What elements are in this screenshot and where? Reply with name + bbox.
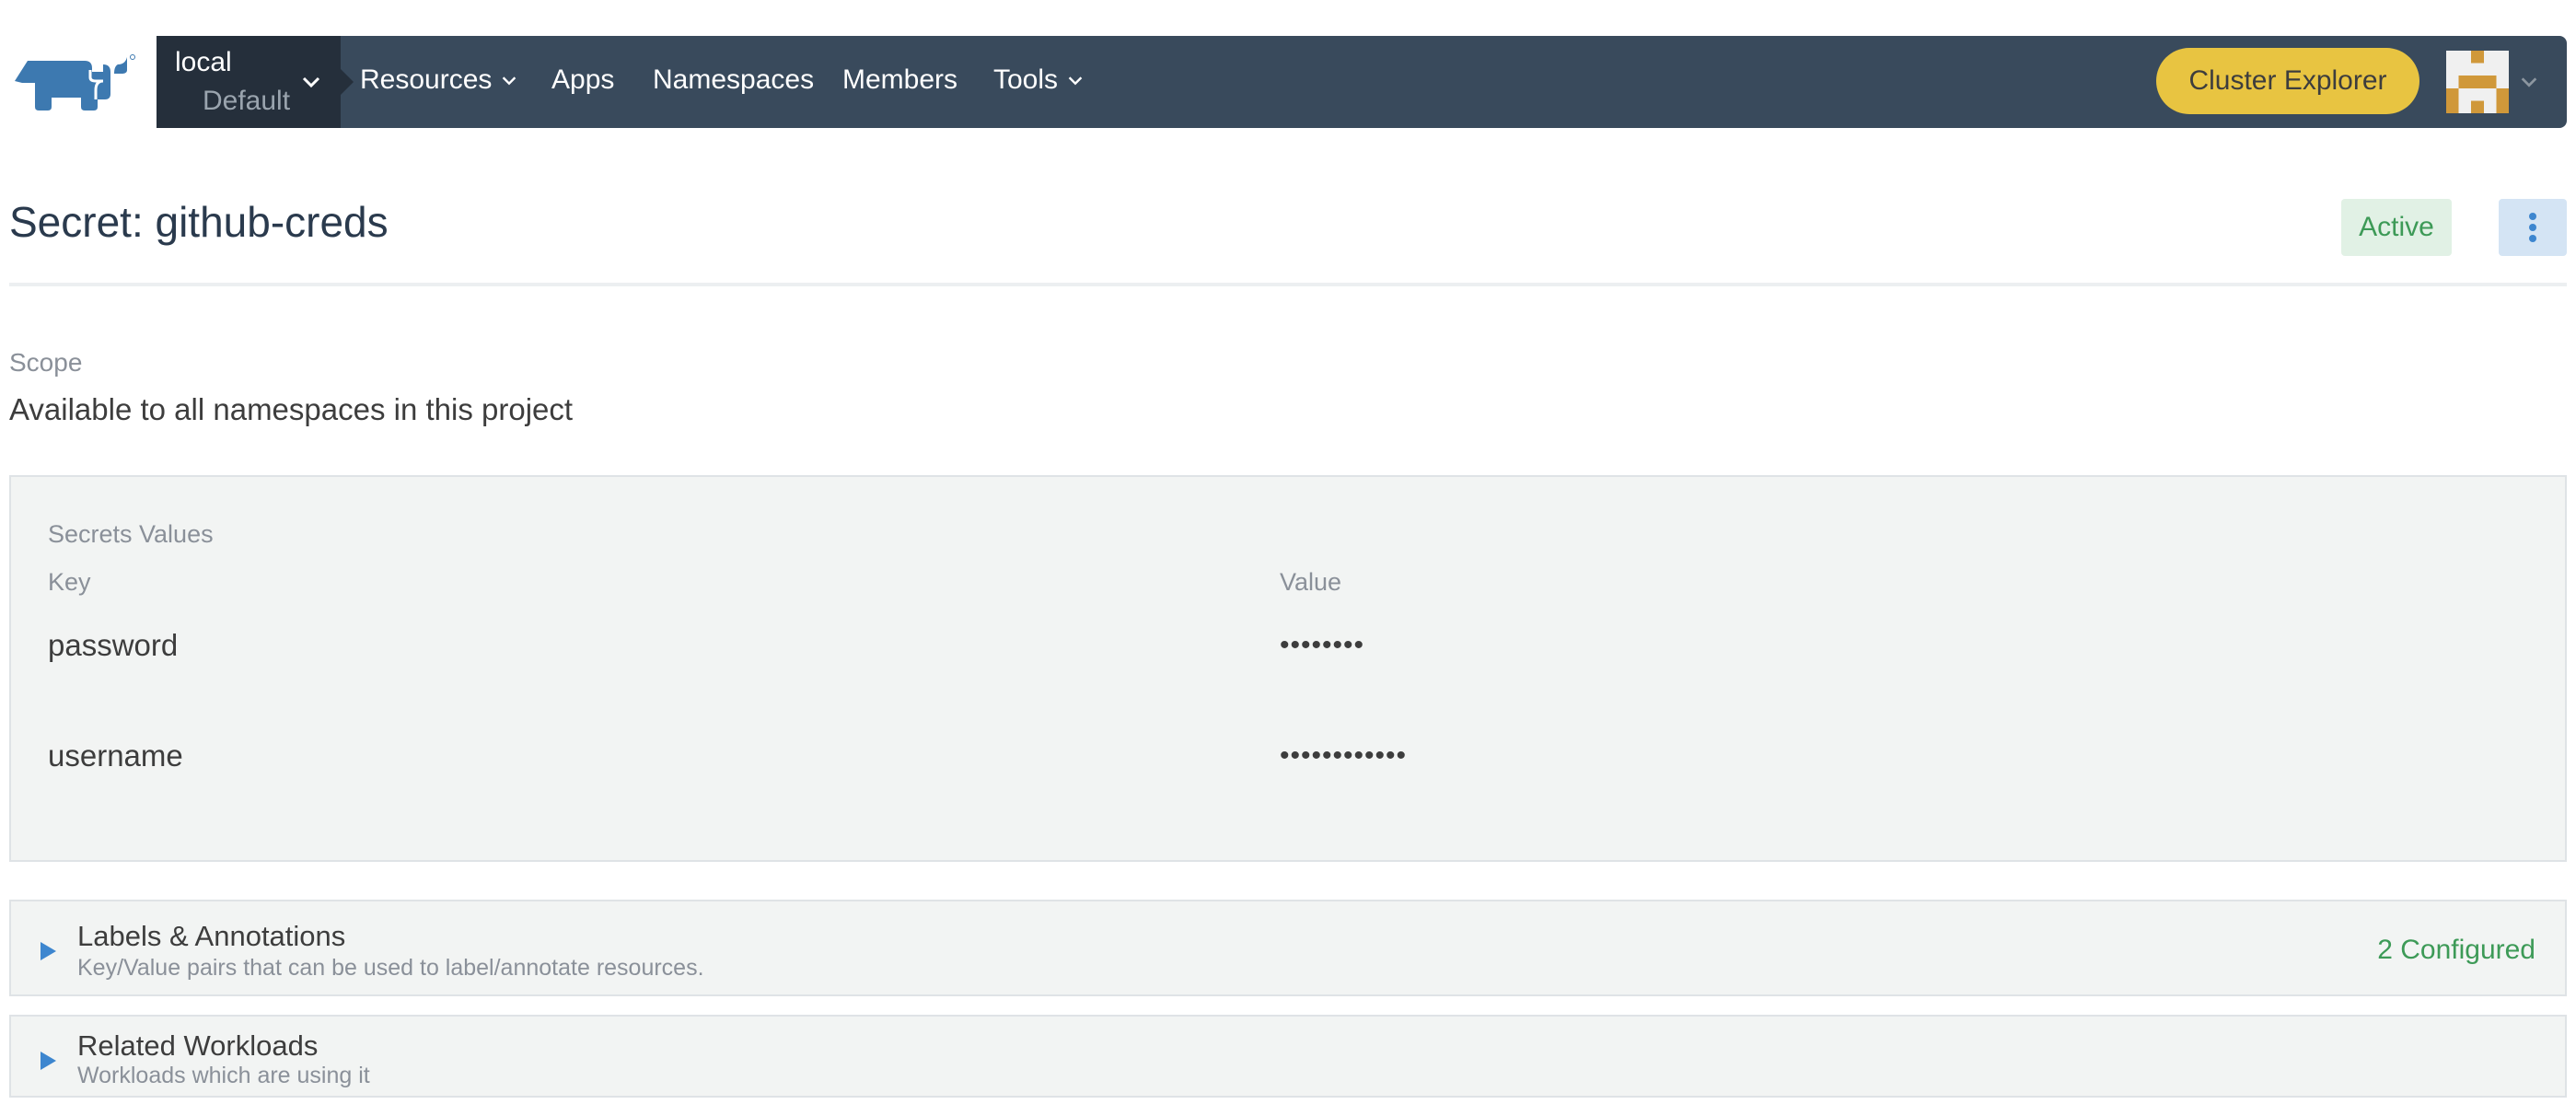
rancher-logo[interactable] [11,53,136,112]
chevron-down-icon [503,76,516,86]
selector-notch [341,69,354,95]
chevron-down-icon [302,76,320,88]
accordion-subtitle: Workloads which are using it [77,1063,370,1088]
secrets-values-panel [9,475,2567,862]
configured-count: 2 Configured [2377,935,2535,965]
nav-namespaces[interactable]: Namespaces [653,63,814,98]
chevron-down-icon [1068,76,1083,86]
nav-members-label: Members [842,64,958,95]
scope-value: Available to all namespaces in this proj… [9,392,574,426]
header-divider [9,283,2567,286]
secret-value-username[interactable]: •••••••••••• [1280,740,1407,772]
accordion-subtitle: Key/Value pairs that can be used to labe… [77,955,704,981]
secret-key-username: username [48,738,183,773]
nav-resources-label: Resources [360,64,493,95]
related-workloads-accordion[interactable]: Related Workloads Workloads which are us… [9,1015,2567,1098]
accordion-title: Labels & Annotations [77,920,346,952]
cluster-explorer-button[interactable]: Cluster Explorer [2156,48,2419,114]
value-column-header: Value [1280,568,1342,596]
page-title: Secret: github-creds [9,198,389,246]
kebab-menu-icon [2529,213,2536,242]
expand-triangle-icon[interactable] [41,942,56,960]
scope-label: Scope [9,348,83,377]
expand-triangle-icon[interactable] [41,1052,56,1070]
nav-members[interactable]: Members [842,63,957,98]
identicon-avatar-icon [2446,51,2509,113]
nav-apps-label: Apps [551,64,615,95]
accordion-title: Related Workloads [77,1029,319,1062]
nav-tools[interactable]: Tools [993,63,1085,98]
project-name: Default [203,86,291,116]
nav-tools-label: Tools [993,64,1059,95]
nav-apps[interactable]: Apps [551,63,614,98]
secrets-values-title: Secrets Values [48,520,214,548]
user-avatar[interactable] [2446,51,2509,113]
key-column-header: Key [48,568,91,596]
nav-resources[interactable]: Resources [360,63,519,98]
actions-menu-button[interactable] [2499,199,2567,256]
cluster-project-selector[interactable]: local Default [157,36,354,128]
nav-namespaces-label: Namespaces [653,64,815,95]
labels-annotations-accordion[interactable]: Labels & Annotations Key/Value pairs tha… [9,900,2567,996]
user-menu-chevron-icon[interactable] [2519,72,2539,92]
secret-key-password: password [48,628,179,662]
cluster-name: local [175,47,232,77]
secret-value-password[interactable]: •••••••• [1280,630,1364,661]
status-badge: Active [2341,199,2452,256]
